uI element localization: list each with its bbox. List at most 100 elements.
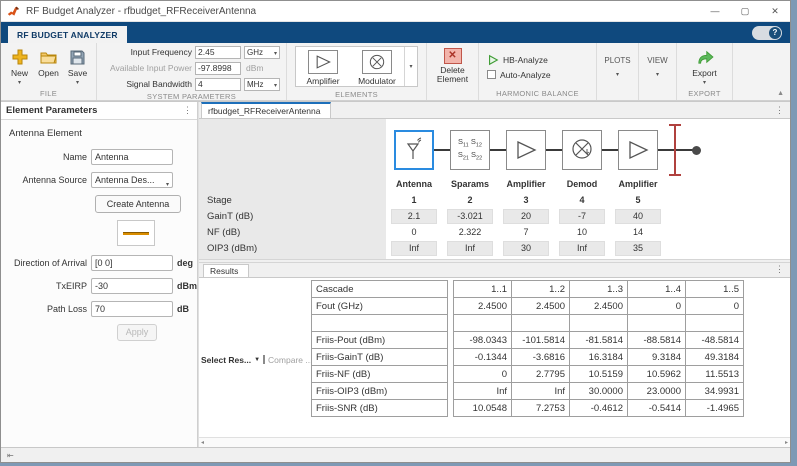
amplifier-element-button[interactable]: Amplifier (296, 47, 350, 86)
document-menu-icon[interactable]: ⋮ (775, 105, 784, 116)
stage-value-field[interactable]: 2.1 (391, 209, 437, 224)
document-tab[interactable]: rfbudget_RFReceiverAntenna (201, 102, 331, 118)
results-row-header[interactable]: Friis-SNR (dB) (312, 400, 448, 417)
chevron-down-icon: ▾ (616, 71, 619, 77)
stage-value-field[interactable]: 30 (503, 241, 549, 256)
scroll-left-icon[interactable]: ◂ (201, 439, 204, 446)
compare-label: Compare ... (268, 355, 311, 365)
results-cell (628, 315, 686, 332)
results-row-header[interactable]: Cascade (312, 281, 448, 298)
input-frequency-field[interactable]: 2.45 (195, 46, 241, 59)
results-row-header[interactable]: Friis-NF (dB) (312, 366, 448, 383)
save-dropdown-icon[interactable]: ▾ (76, 79, 79, 85)
txeirp-field[interactable]: -30 (91, 278, 173, 294)
output-marker[interactable] (669, 124, 681, 176)
file-section: New ▾ Open Save ▾ FIL (1, 43, 97, 100)
stage-value-field[interactable]: Inf (559, 241, 605, 256)
new-dropdown-icon[interactable]: ▾ (18, 79, 21, 85)
export-section: Export ▾ EXPORT (677, 43, 733, 100)
hb-analyze-button[interactable]: HB-Analyze (487, 54, 551, 66)
path-loss-field[interactable]: 70 (91, 301, 173, 317)
new-button[interactable]: New ▾ (5, 45, 34, 88)
toolstrip-collapse-icon[interactable]: ▲ (777, 90, 784, 97)
compare-checkbox[interactable] (263, 355, 265, 364)
stage-value-field[interactable]: 40 (615, 209, 661, 224)
input-frequency-unit-dropdown[interactable]: GHz ▾ (244, 46, 280, 59)
chevron-down-icon: ▾ (274, 50, 277, 56)
results-cell: -81.5814 (570, 332, 628, 349)
delete-element-button[interactable]: ✕ Delete Element (431, 45, 474, 88)
panel-menu-icon[interactable]: ⋮ (183, 105, 192, 116)
available-input-power-field[interactable]: -97.8998 (195, 62, 241, 75)
results-cell: 16.3184 (570, 349, 628, 366)
scroll-right-icon[interactable]: ▸ (785, 439, 788, 446)
help-button[interactable]: ? (752, 26, 782, 40)
results-row-header[interactable]: Friis-Pout (dBm) (312, 332, 448, 349)
elements-gallery-dropdown[interactable]: ▾ (404, 47, 417, 86)
results-panel: Results ⋮ Select Res... ▼ Compare ... Ca… (199, 263, 790, 447)
txeirp-label: TxEIRP (9, 281, 91, 291)
block-amplifier[interactable] (506, 130, 546, 170)
ribbon-tab-rf-budget-analyzer[interactable]: RF BUDGET ANALYZER (8, 26, 127, 43)
close-button[interactable]: ✕ (760, 1, 790, 21)
direction-of-arrival-field[interactable]: [0 0] (91, 255, 173, 271)
view-section: VIEW ▾ (639, 43, 677, 100)
results-values: 1..11..21..31..41..52.45002.45002.450000… (453, 280, 744, 417)
stage-value-field[interactable]: 20 (503, 209, 549, 224)
antenna-source-dropdown[interactable]: Antenna Des... ▾ (91, 172, 173, 188)
view-dropdown-button[interactable]: VIEW ▾ (643, 45, 672, 88)
block-antenna[interactable] (394, 130, 434, 170)
main-area: Element Parameters ⋮ Antenna Element Nam… (1, 101, 790, 447)
results-row-header[interactable] (312, 315, 448, 332)
auto-analyze-checkbox[interactable]: Auto-Analyze (487, 70, 551, 80)
signal-bandwidth-unit-dropdown[interactable]: MHz ▾ (244, 78, 280, 91)
name-field[interactable]: Antenna (91, 149, 173, 165)
apply-button[interactable]: Apply (117, 324, 157, 341)
document-area: rfbudget_RFReceiverAntenna ⋮ S11 S12S21 … (198, 102, 790, 447)
output-port-icon[interactable] (692, 146, 701, 155)
minimize-button[interactable]: — (700, 1, 730, 21)
results-cell: 30.0000 (570, 383, 628, 400)
results-cell: 23.0000 (628, 383, 686, 400)
signal-bandwidth-field[interactable]: 4 (195, 78, 241, 91)
block-sparams[interactable]: S11 S12S21 S22 (450, 130, 490, 170)
open-folder-icon (40, 48, 57, 66)
harmonic-balance-section: HB-Analyze Auto-Analyze HARMONIC BALANCE (479, 43, 597, 100)
maximize-button[interactable]: ▢ (730, 1, 760, 21)
stage-value-field[interactable]: 35 (615, 241, 661, 256)
results-row-header[interactable]: Fout (GHz) (312, 298, 448, 315)
stage-value-field[interactable]: -7 (559, 209, 605, 224)
results-menu-icon[interactable]: ⋮ (775, 264, 784, 275)
stage-value-field[interactable]: Inf (447, 241, 493, 256)
modulator-element-button[interactable]: Modulator (350, 47, 404, 86)
stage-value-field[interactable]: -3.021 (447, 209, 493, 224)
results-row-header[interactable]: Friis-GainT (dB) (312, 349, 448, 366)
results-cell: 7.2753 (512, 400, 570, 417)
horizontal-scrollbar[interactable]: ◂ ▸ (199, 437, 790, 447)
results-cell (570, 315, 628, 332)
block-amplifier[interactable] (618, 130, 658, 170)
results-tab[interactable]: Results (203, 264, 249, 277)
new-icon (12, 48, 28, 66)
select-results-arrow-icon[interactable]: ▼ (254, 357, 260, 363)
stage-value: 1 (386, 195, 442, 205)
available-input-power-unit: dBm (246, 63, 263, 73)
status-collapse-icon[interactable]: ⇤ (7, 451, 14, 460)
elements-section-label: ELEMENTS (287, 89, 426, 100)
chevron-down-icon: ▾ (409, 63, 412, 70)
select-results-dropdown[interactable]: Select Res... (201, 355, 251, 365)
stage-value: 2 (442, 195, 498, 205)
create-antenna-button[interactable]: Create Antenna (95, 195, 181, 213)
stage-value-field[interactable]: Inf (391, 241, 437, 256)
results-row-header[interactable]: Friis-OIP3 (dBm) (312, 383, 448, 400)
block-label: Amplifier (498, 179, 554, 189)
block-demod[interactable] (562, 130, 602, 170)
results-table: CascadeFout (GHz) Friis-Pout (dBm)Friis-G… (311, 280, 744, 437)
save-button[interactable]: Save ▾ (63, 45, 92, 88)
direction-of-arrival-label: Direction of Arrival (9, 258, 91, 268)
plots-dropdown-button[interactable]: PLOTS ▾ (601, 45, 634, 88)
open-button[interactable]: Open (34, 45, 63, 88)
export-button[interactable]: Export ▾ (685, 45, 725, 88)
results-cell: 49.3184 (686, 349, 744, 366)
stage-value: 2.322 (442, 227, 498, 237)
